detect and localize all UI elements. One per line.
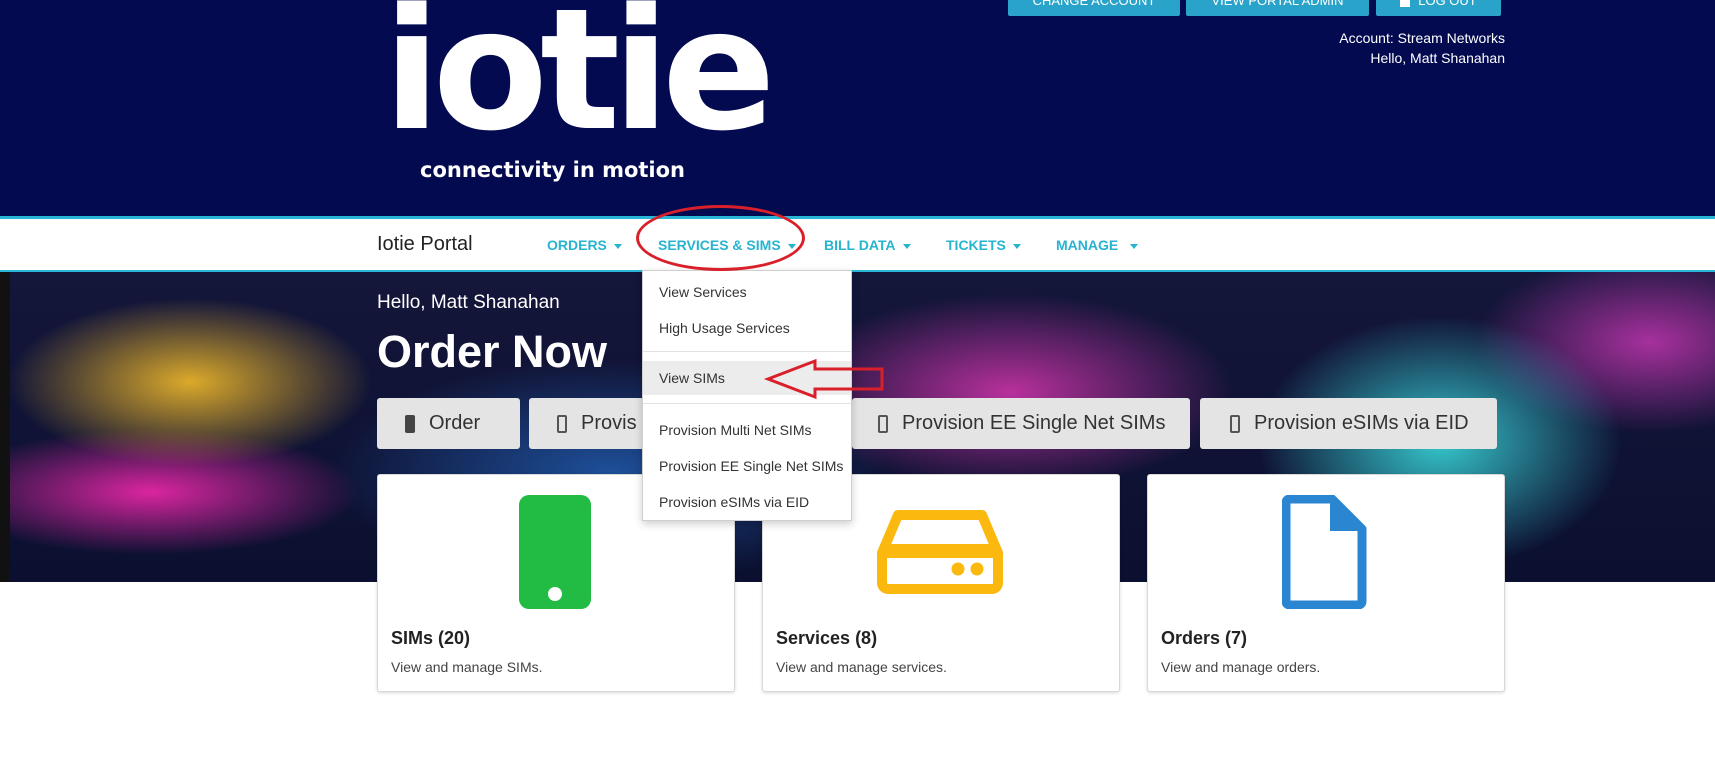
sims-card-description: View and manage SIMs. [391, 659, 543, 675]
logo[interactable]: iotie [383, 0, 776, 154]
hero-title: Order Now [377, 326, 608, 377]
logo-tagline: connectivity in motion [420, 158, 686, 182]
caret-down-icon [902, 243, 911, 249]
quick-provision-esim-button[interactable]: Provision eSIMs via EID [1200, 398, 1497, 449]
caret-down-icon [1130, 243, 1139, 249]
hero-edge [0, 272, 10, 582]
orders-card-description: View and manage orders. [1161, 659, 1321, 675]
nav-tickets[interactable]: TICKETS [946, 237, 1021, 253]
services-card-description: View and manage services. [776, 659, 947, 675]
menu-item-provision-ee-single-net-sims[interactable]: Provision EE Single Net SIMs [643, 449, 851, 483]
quick-order-label: Order [429, 412, 481, 434]
change-account-button[interactable]: CHANGE ACCOUNT [1008, 0, 1180, 16]
nav-services-sims[interactable]: SERVICES & SIMS [658, 237, 796, 253]
account-name: Account: Stream Networks [1339, 30, 1505, 46]
server-icon [877, 510, 1003, 594]
portal-brand[interactable]: Iotie Portal [377, 233, 473, 256]
nav-services-sims-label: SERVICES & SIMS [658, 237, 781, 253]
quick-provision-esim-label: Provision eSIMs via EID [1254, 412, 1469, 434]
nav-manage[interactable]: MANAGE [1056, 237, 1139, 253]
document-icon [1282, 495, 1367, 609]
caret-down-icon [787, 243, 796, 249]
quick-provision-ee-label: Provision EE Single Net SIMs [902, 412, 1166, 434]
menu-item-view-services[interactable]: View Services [643, 275, 851, 309]
nav-bill-data-label: BILL DATA [824, 237, 896, 253]
quick-provision-ee-button[interactable]: Provision EE Single Net SIMs [852, 398, 1190, 449]
view-portal-admin-button[interactable]: VIEW PORTAL ADMIN [1186, 0, 1369, 16]
menu-item-view-sims[interactable]: View SIMs [643, 361, 851, 395]
orders-card[interactable]: Orders (7) View and manage orders. [1147, 474, 1505, 692]
sims-card-title: SIMs (20) [391, 628, 471, 648]
log-out-button[interactable]: LOG OUT [1376, 0, 1501, 16]
nav-bill-data[interactable]: BILL DATA [824, 237, 911, 253]
phone-icon [405, 414, 415, 433]
services-sims-dropdown: View Services High Usage Services View S… [642, 270, 852, 521]
nav-manage-label: MANAGE [1056, 237, 1119, 253]
hero-greeting: Hello, Matt Shanahan [377, 292, 560, 313]
menu-item-provision-multi-net-sims[interactable]: Provision Multi Net SIMs [643, 413, 851, 447]
main-navbar: Iotie Portal ORDERS SERVICES & SIMS BILL… [0, 219, 1715, 270]
quick-provision-multi-button[interactable]: Provis [529, 398, 644, 449]
user-greeting: Hello, Matt Shanahan [1370, 50, 1505, 66]
nav-tickets-label: TICKETS [946, 237, 1006, 253]
services-card-title: Services (8) [776, 628, 878, 648]
caret-down-icon [613, 243, 622, 249]
quick-order-button[interactable]: Order [377, 398, 520, 449]
menu-divider [643, 403, 851, 404]
phone-icon [557, 414, 567, 433]
site-header: iotie connectivity in motion CHANGE ACCO… [0, 0, 1715, 216]
phone-icon [878, 414, 888, 433]
phone-icon [1230, 414, 1240, 433]
menu-divider [643, 351, 851, 352]
nav-orders-label: ORDERS [547, 237, 607, 253]
nav-orders[interactable]: ORDERS [547, 237, 622, 253]
orders-card-title: Orders (7) [1161, 628, 1248, 648]
lock-icon [1400, 0, 1411, 7]
menu-item-provision-esims-via-eid[interactable]: Provision eSIMs via EID [643, 485, 851, 519]
caret-down-icon [1012, 243, 1021, 249]
phone-icon [519, 495, 591, 609]
menu-item-high-usage-services[interactable]: High Usage Services [643, 311, 851, 345]
log-out-label: LOG OUT [1418, 0, 1477, 8]
quick-provision-multi-label: Provis [581, 412, 637, 434]
account-info: Account: Stream Networks Hello, Matt Sha… [1339, 28, 1505, 68]
